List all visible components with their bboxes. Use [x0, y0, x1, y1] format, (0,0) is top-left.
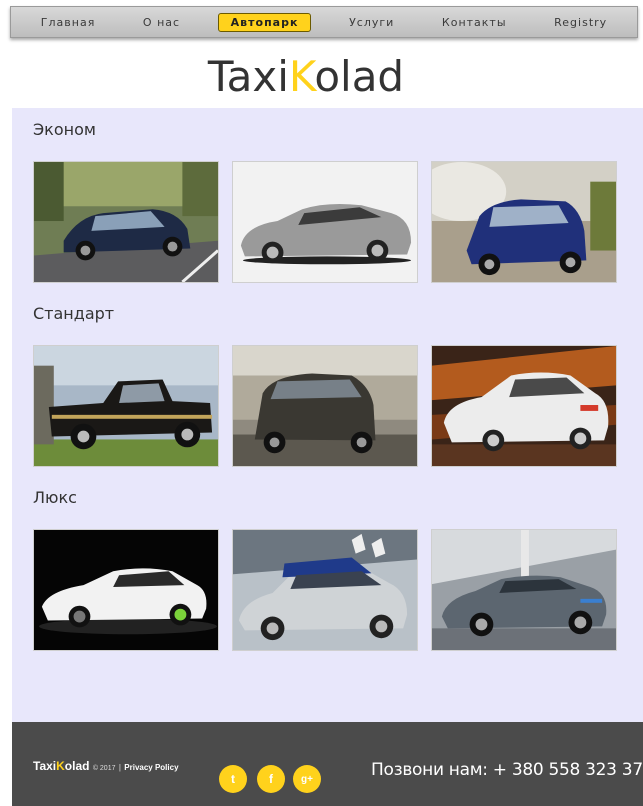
nav-item-about[interactable]: О нас	[133, 14, 190, 31]
nav-item-registry[interactable]: Registry	[544, 14, 617, 31]
nav-item-home[interactable]: Главная	[31, 14, 106, 31]
car-image[interactable]	[232, 529, 418, 651]
nav-item-contacts[interactable]: Контакты	[432, 14, 517, 31]
logo-text-taxi: Taxi	[207, 52, 289, 101]
footer: TaxiKolad © 2017 | Privacy Policy t f g+…	[12, 722, 643, 806]
nav-item-fleet[interactable]: Автопарк	[217, 12, 312, 32]
privacy-policy-link[interactable]: Privacy Policy	[124, 763, 178, 772]
car-image[interactable]	[33, 161, 219, 283]
car-image[interactable]	[431, 345, 617, 467]
phone-contact[interactable]: Позвони нам: + 380 558 323 370	[371, 760, 643, 780]
logo-text-k: K	[288, 52, 315, 101]
top-nav: Главная О нас Автопарк Услуги Контакты R…	[10, 6, 638, 38]
car-row-lux	[33, 529, 617, 651]
car-row-standard	[33, 345, 617, 467]
car-image[interactable]	[232, 345, 418, 467]
logo-text-olad: olad	[314, 52, 405, 101]
footer-logo-olad: olad	[64, 759, 90, 773]
car-image[interactable]	[431, 161, 617, 283]
footer-logo-k: K	[56, 759, 65, 773]
nav-item-services[interactable]: Услуги	[339, 14, 404, 31]
section-title-economy: Эконом	[33, 120, 96, 139]
car-image[interactable]	[33, 529, 219, 651]
facebook-icon[interactable]: f	[257, 765, 285, 793]
twitter-icon[interactable]: t	[219, 765, 247, 793]
car-image[interactable]	[431, 529, 617, 651]
car-image[interactable]	[232, 161, 418, 283]
footer-copyright: © 2017	[92, 765, 116, 772]
google-plus-icon[interactable]: g+	[293, 765, 321, 793]
footer-separator: |	[118, 763, 121, 772]
car-image[interactable]	[33, 345, 219, 467]
section-title-standard: Стандарт	[33, 304, 115, 323]
car-row-economy	[33, 161, 617, 283]
footer-logo-taxi: Taxi	[33, 759, 57, 773]
footer-logo[interactable]: TaxiKolad © 2017 | Privacy Policy	[33, 759, 179, 773]
section-title-lux: Люкс	[33, 488, 77, 507]
fleet-section: Эконом Стандарт Люкс	[12, 108, 643, 722]
site-logo[interactable]: TaxiKolad	[0, 52, 612, 102]
